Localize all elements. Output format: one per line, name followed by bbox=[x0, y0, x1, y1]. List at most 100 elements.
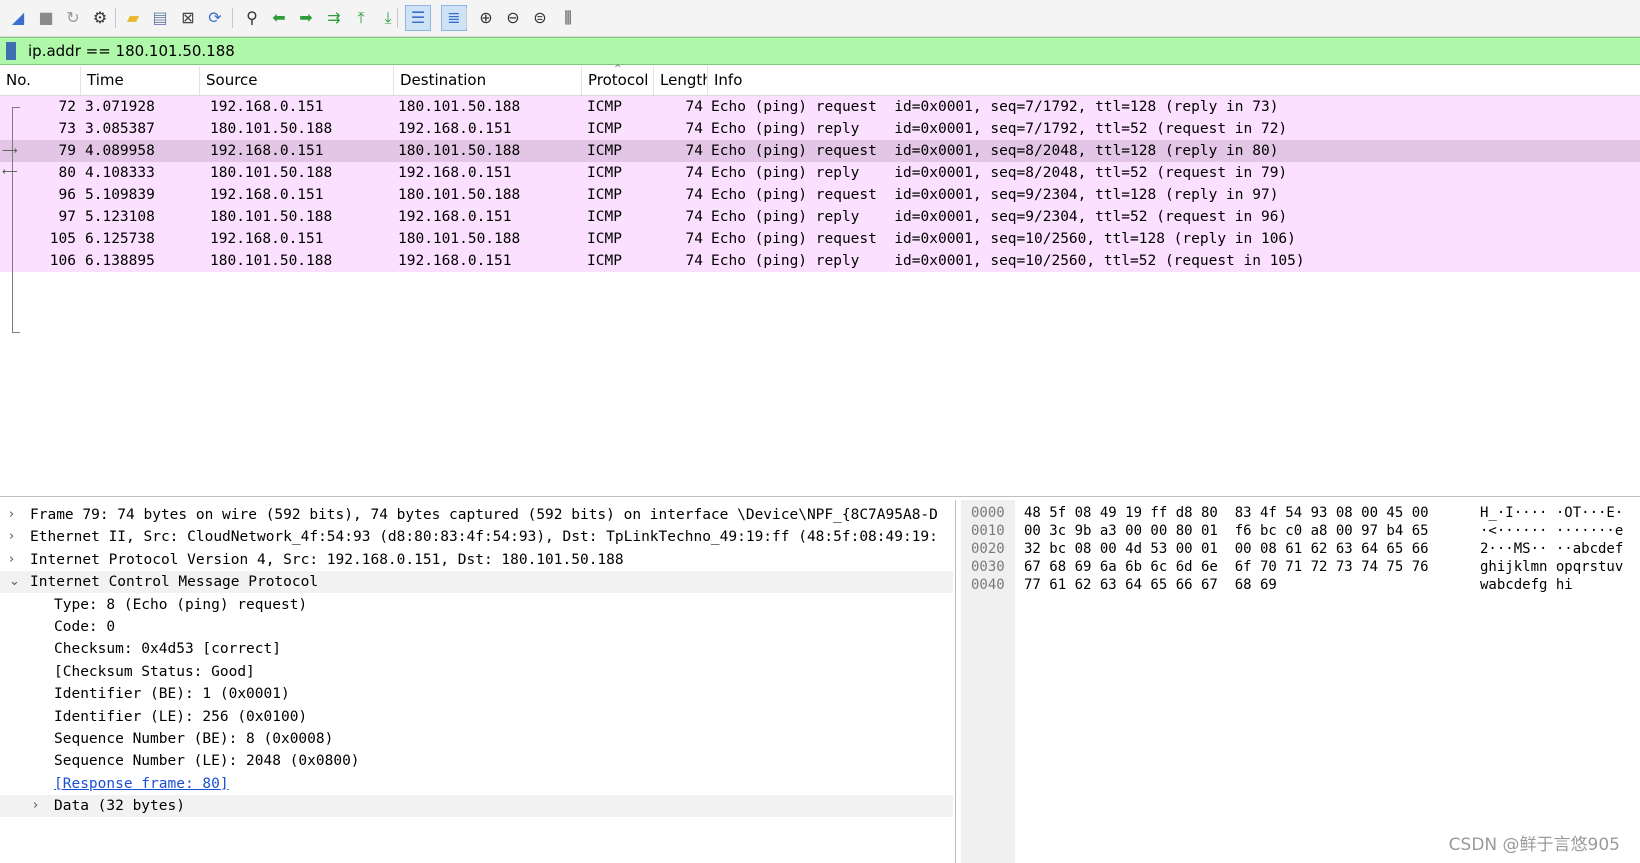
cell-protocol: ICMP bbox=[587, 231, 622, 247]
packet-row[interactable]: 96 5.109839 192.168.0.151 180.101.50.188 ICM… bbox=[0, 184, 1640, 206]
detail-tree-item[interactable]: › Internet Protocol Version 4, Src: 192.1… bbox=[0, 549, 953, 571]
go-first-packet-icon[interactable]: ⤒ bbox=[349, 6, 373, 30]
cell-source: 192.168.0.151 bbox=[210, 231, 324, 247]
packet-row[interactable]: 106 6.138895 180.101.50.188 192.168.0.151 IC… bbox=[0, 250, 1640, 272]
detail-link-response-frame[interactable]: [Response frame: 80] bbox=[0, 773, 953, 795]
detail-field[interactable]: Type: 8 (Echo (ping) request) bbox=[0, 594, 953, 616]
cell-source: 192.168.0.151 bbox=[210, 99, 324, 115]
detail-field[interactable]: Identifier (BE): 1 (0x0001) bbox=[0, 683, 953, 705]
filter-bookmark-icon[interactable] bbox=[6, 42, 16, 60]
go-to-packet-icon[interactable]: ⇉ bbox=[322, 6, 346, 30]
column-header-info[interactable]: Info bbox=[708, 66, 1640, 95]
detail-tree-item[interactable]: › Ethernet II, Src: CloudNetwork_4f:54:93… bbox=[0, 526, 953, 548]
open-file-icon[interactable]: ▰ bbox=[121, 6, 145, 30]
detail-field[interactable]: [Checksum Status: Good] bbox=[0, 661, 953, 683]
related-packets-line bbox=[12, 107, 13, 332]
packet-row[interactable]: 80 4.108333 180.101.50.188 192.168.0.151 ICM… bbox=[0, 162, 1640, 184]
expand-chevron-icon[interactable]: › bbox=[9, 526, 14, 548]
related-packets-bottom bbox=[12, 332, 20, 333]
ascii-bytes[interactable]: ghijklmn opqrstuv bbox=[1480, 558, 1623, 577]
capture-options-icon[interactable]: ⚙ bbox=[88, 6, 112, 30]
detail-tree-item[interactable]: ⌄ Internet Control Message Protocol bbox=[0, 571, 953, 594]
cell-protocol: ICMP bbox=[587, 143, 622, 159]
cell-source: 180.101.50.188 bbox=[210, 165, 333, 181]
toolbar-separator bbox=[466, 8, 467, 28]
cell-protocol: ICMP bbox=[587, 121, 622, 137]
display-filter-input[interactable] bbox=[28, 40, 1628, 62]
column-header-destination[interactable]: Destination bbox=[394, 66, 582, 95]
hex-bytes[interactable]: 77 61 62 63 64 65 66 67 68 69 bbox=[1024, 576, 1277, 595]
hex-bytes[interactable]: 67 68 69 6a 6b 6c 6d 6e 6f 70 71 72 73 7… bbox=[1024, 558, 1429, 577]
close-file-icon[interactable]: ⊠ bbox=[176, 6, 200, 30]
detail-field[interactable]: Sequence Number (BE): 8 (0x0008) bbox=[0, 728, 953, 750]
stop-capture-icon[interactable]: ■ bbox=[34, 6, 58, 30]
cell-destination: 192.168.0.151 bbox=[398, 121, 512, 137]
ascii-bytes[interactable]: 2···MS·· ··abcdef bbox=[1480, 540, 1623, 559]
expand-chevron-icon[interactable]: › bbox=[9, 549, 14, 571]
cell-source: 180.101.50.188 bbox=[210, 253, 333, 269]
reload-file-icon[interactable]: ⟳ bbox=[203, 6, 227, 30]
cell-length: 74 bbox=[685, 209, 703, 225]
detail-tree-item[interactable]: › Frame 79: 74 bytes on wire (592 bits), … bbox=[0, 504, 953, 526]
detail-text[interactable]: [Response frame: 80] bbox=[54, 773, 229, 795]
packet-list-header: No. Time Source Destination Protocol Len… bbox=[0, 64, 1640, 96]
normal-size-icon[interactable]: ⊜ bbox=[528, 6, 552, 30]
column-header-time[interactable]: Time bbox=[81, 66, 200, 95]
toolbar-separator bbox=[115, 8, 116, 28]
detail-text: Internet Protocol Version 4, Src: 192.16… bbox=[30, 551, 624, 568]
zoom-in-icon[interactable]: ⊕ bbox=[474, 6, 498, 30]
watermark: CSDN @鲜于言悠905 bbox=[1448, 835, 1620, 855]
cell-info: Echo (ping) reply id=0x0001, seq=8/2048,… bbox=[711, 165, 1288, 181]
packet-row[interactable]: 72 3.071928 192.168.0.151 180.101.50.188 ICM… bbox=[0, 96, 1640, 118]
restart-capture-icon[interactable]: ↻ bbox=[61, 6, 85, 30]
expand-chevron-icon[interactable]: › bbox=[9, 504, 14, 526]
detail-field[interactable]: Sequence Number (LE): 2048 (0x0800) bbox=[0, 750, 953, 772]
hex-bytes[interactable]: 48 5f 08 49 19 ff d8 80 83 4f 54 93 08 0… bbox=[1024, 504, 1429, 523]
cell-info: Echo (ping) request id=0x0001, seq=9/230… bbox=[711, 187, 1279, 203]
cell-destination: 192.168.0.151 bbox=[398, 253, 512, 269]
ascii-bytes[interactable]: ·<······ ·······e bbox=[1480, 522, 1623, 541]
cell-time: 5.109839 bbox=[85, 187, 155, 203]
colorize-icon[interactable]: ≣ bbox=[441, 5, 467, 31]
detail-field[interactable]: Identifier (LE): 256 (0x0100) bbox=[0, 706, 953, 728]
detail-field[interactable]: Checksum: 0x4d53 [correct] bbox=[0, 638, 953, 660]
packet-row[interactable]: 73 3.085387 180.101.50.188 192.168.0.151 ICM… bbox=[0, 118, 1640, 140]
detail-text: Sequence Number (LE): 2048 (0x0800) bbox=[54, 753, 360, 770]
cell-info: Echo (ping) request id=0x0001, seq=10/25… bbox=[711, 231, 1296, 247]
cell-protocol: ICMP bbox=[587, 209, 622, 225]
column-header-length[interactable]: Length bbox=[654, 66, 708, 95]
byte-offset: 0010 bbox=[971, 523, 1005, 539]
auto-scroll-icon[interactable]: ☰ bbox=[405, 5, 431, 31]
ascii-bytes[interactable]: wabcdefg hi bbox=[1480, 576, 1573, 595]
collapse-chevron-icon[interactable]: ⌄ bbox=[9, 571, 20, 593]
go-forward-icon[interactable]: ➡ bbox=[294, 6, 318, 30]
save-file-icon[interactable]: ▤ bbox=[148, 6, 172, 30]
detail-field[interactable]: › Data (32 bytes) bbox=[0, 795, 953, 818]
cell-time: 4.089958 bbox=[85, 143, 155, 159]
cell-destination: 192.168.0.151 bbox=[398, 165, 512, 181]
go-back-icon[interactable]: ⬅ bbox=[267, 6, 291, 30]
packet-details-pane: › Frame 79: 74 bytes on wire (592 bits), … bbox=[0, 500, 956, 863]
zoom-out-icon[interactable]: ⊖ bbox=[501, 6, 525, 30]
detail-text: Identifier (BE): 1 (0x0001) bbox=[54, 686, 290, 703]
find-packet-icon[interactable]: ⚲ bbox=[240, 6, 264, 30]
hex-bytes[interactable]: 32 bc 08 00 4d 53 00 01 00 08 61 62 63 6… bbox=[1024, 540, 1429, 559]
packet-row-selected[interactable]: 79 4.089958 192.168.0.151 180.101.50.188 ICM… bbox=[0, 140, 1640, 162]
cell-destination: 192.168.0.151 bbox=[398, 209, 512, 225]
detail-field[interactable]: Code: 0 bbox=[0, 616, 953, 638]
cell-destination: 180.101.50.188 bbox=[398, 99, 521, 115]
display-filter-bar bbox=[0, 37, 1640, 65]
detail-text: Internet Control Message Protocol bbox=[30, 574, 319, 591]
resize-columns-icon[interactable]: ⫼ bbox=[556, 6, 580, 30]
start-capture-icon[interactable]: ◢ bbox=[6, 6, 30, 30]
expand-chevron-icon[interactable]: › bbox=[33, 795, 38, 817]
cell-protocol: ICMP bbox=[587, 99, 622, 115]
column-header-no[interactable]: No. bbox=[0, 66, 81, 95]
packet-row[interactable]: 97 5.123108 180.101.50.188 192.168.0.151 ICM… bbox=[0, 206, 1640, 228]
hex-bytes[interactable]: 00 3c 9b a3 00 00 80 01 f6 bc c0 a8 00 9… bbox=[1024, 522, 1429, 541]
byte-offset: 0030 bbox=[971, 559, 1005, 575]
column-header-source[interactable]: Source bbox=[200, 66, 394, 95]
ascii-bytes[interactable]: H_·I···· ·OT···E· bbox=[1480, 504, 1623, 523]
packet-row[interactable]: 105 6.125738 192.168.0.151 180.101.50.188 IC… bbox=[0, 228, 1640, 250]
cell-info: Echo (ping) request id=0x0001, seq=8/204… bbox=[711, 143, 1279, 159]
